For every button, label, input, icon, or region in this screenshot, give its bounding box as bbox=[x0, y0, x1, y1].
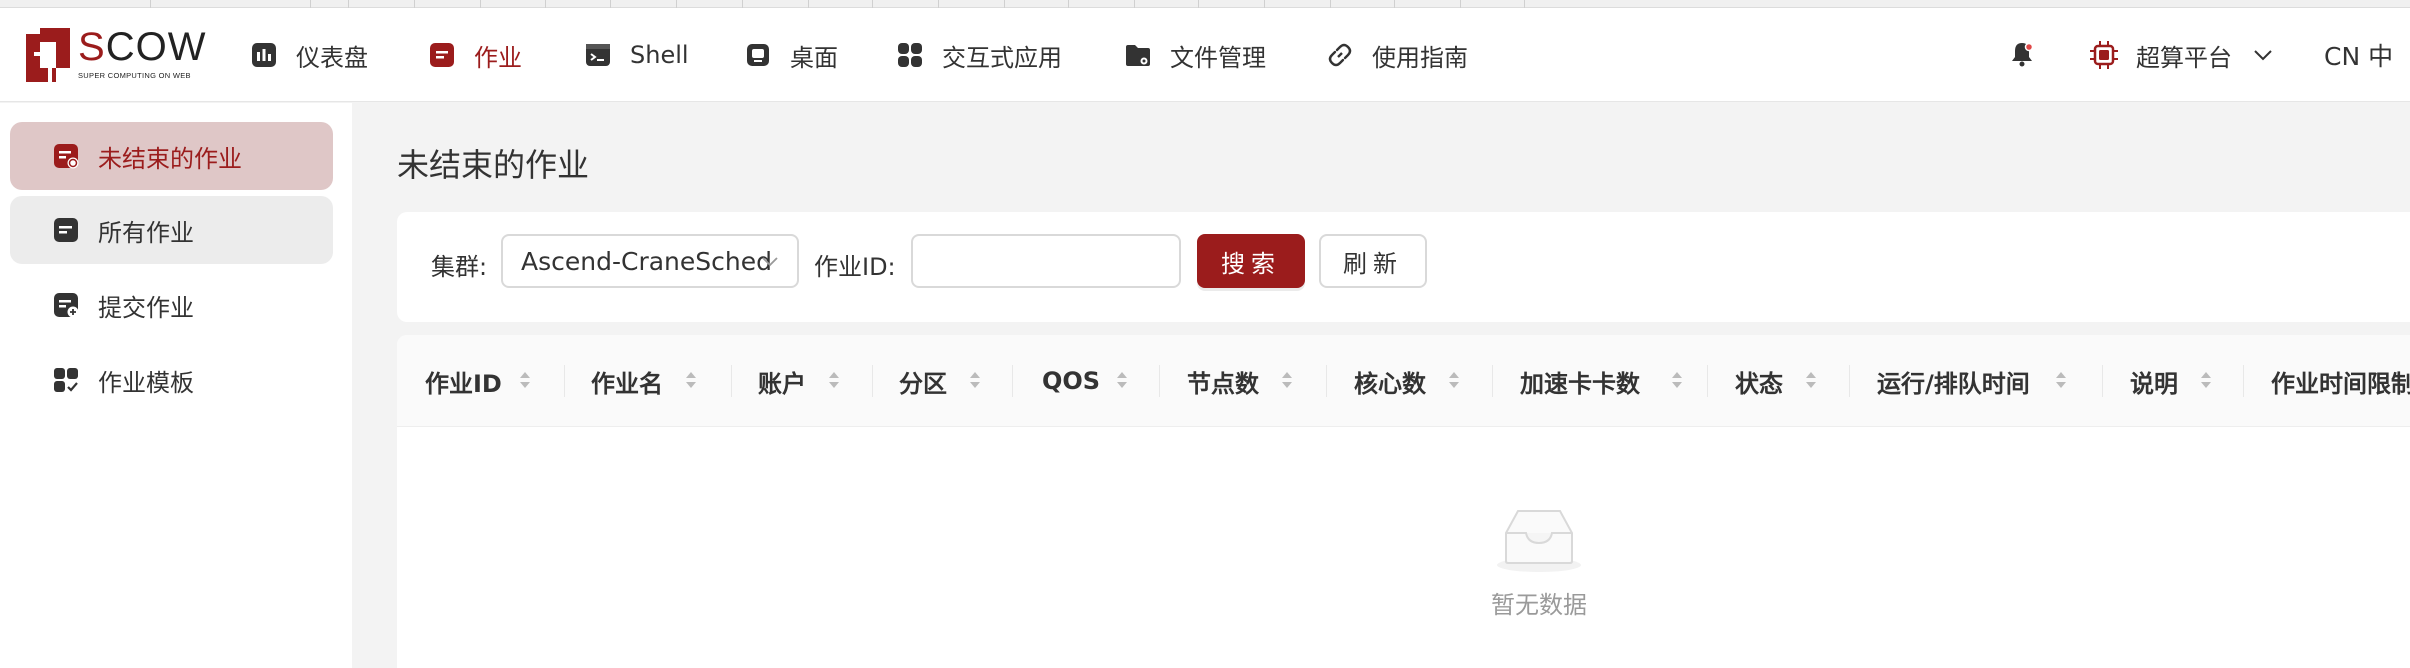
sidebar-item-all-jobs[interactable]: 所有作业 bbox=[10, 196, 333, 264]
column-header-reason[interactable]: 说明 bbox=[2130, 335, 2211, 427]
chevron-down-icon bbox=[2254, 50, 2272, 61]
sort-icon bbox=[1117, 372, 1127, 388]
cluster-select[interactable]: Ascend-CraneSched bbox=[501, 234, 799, 288]
column-header-job-id[interactable]: 作业ID bbox=[425, 335, 530, 427]
sort-icon bbox=[2201, 372, 2211, 388]
sort-icon bbox=[1449, 372, 1459, 388]
sidebar-item-running-jobs[interactable]: 未结束的作业 bbox=[10, 122, 333, 190]
running-job-icon bbox=[54, 144, 79, 169]
sort-icon bbox=[970, 372, 980, 388]
all-jobs-icon bbox=[54, 218, 78, 242]
nav-item-interactive-apps[interactable]: 交互式应用 bbox=[896, 8, 1062, 102]
nav-item-file-manager[interactable]: 文件管理 bbox=[1124, 8, 1266, 102]
nav-item-shell[interactable]: Shell bbox=[584, 8, 689, 102]
nav-label: 文件管理 bbox=[1170, 43, 1266, 72]
cpu-chip-icon bbox=[2090, 41, 2118, 69]
nav-item-jobs[interactable]: 作业 bbox=[428, 8, 522, 102]
job-icon bbox=[430, 43, 454, 67]
terminal-icon bbox=[586, 44, 610, 66]
sidebar-item-job-templates[interactable]: 作业模板 bbox=[10, 346, 333, 414]
column-header-account[interactable]: 账户 bbox=[758, 335, 839, 427]
column-header-partition[interactable]: 分区 bbox=[899, 335, 980, 427]
nav-label: Shell bbox=[630, 41, 689, 69]
empty-state-text: 暂无数据 bbox=[1491, 591, 1587, 619]
chevron-down-icon bbox=[762, 257, 778, 267]
scow-logo[interactable]: SCOW SUPER COMPUTING ON WEB bbox=[26, 25, 205, 85]
language-switch[interactable]: CN 中 bbox=[2324, 8, 2393, 102]
logo-wordmark: SCOW bbox=[78, 25, 207, 69]
notification-bell-icon[interactable] bbox=[2006, 38, 2038, 70]
page-title: 未结束的作业 bbox=[397, 146, 590, 184]
column-header-core-count[interactable]: 核心数 bbox=[1354, 335, 1459, 427]
sort-icon bbox=[829, 372, 839, 388]
scow-logo-mark-icon bbox=[26, 28, 70, 82]
sidebar-item-submit-job[interactable]: 提交作业 bbox=[10, 271, 333, 339]
job-id-input[interactable] bbox=[911, 234, 1181, 288]
column-header-qos[interactable]: QOS bbox=[1042, 335, 1127, 427]
nav-item-dashboard[interactable]: 仪表盘 bbox=[250, 8, 368, 102]
folder-icon bbox=[1126, 45, 1150, 66]
cluster-label: 集群: bbox=[431, 253, 488, 281]
nav-item-desktop[interactable]: 桌面 bbox=[744, 8, 838, 102]
column-header-node-count[interactable]: 节点数 bbox=[1187, 335, 1292, 427]
top-header: SCOW SUPER COMPUTING ON WEB 仪表盘 作业 Shell… bbox=[0, 8, 2410, 102]
sort-icon bbox=[1282, 372, 1292, 388]
job-id-label: 作业ID: bbox=[814, 253, 896, 281]
sort-icon bbox=[686, 372, 696, 388]
sidebar: 未结束的作业 所有作业 提交作业 作业模板 bbox=[0, 103, 352, 668]
jobs-table: 作业ID 作业名 账户 分区 QOS 节点数 核心数 加速卡卡数 状态 运行/排… bbox=[397, 335, 2410, 668]
column-header-job-name[interactable]: 作业名 bbox=[591, 335, 696, 427]
refresh-button[interactable]: 刷新 bbox=[1319, 234, 1427, 288]
nav-label: 使用指南 bbox=[1372, 43, 1468, 72]
column-header-gpu-count[interactable]: 加速卡卡数 bbox=[1520, 335, 1682, 427]
nav-label: 交互式应用 bbox=[942, 43, 1062, 72]
filter-bar: 集群: Ascend-CraneSched 作业ID: 搜索 刷新 bbox=[397, 212, 2410, 322]
nav-label: 作业 bbox=[474, 43, 522, 72]
column-header-time-limit[interactable]: 作业时间限制 bbox=[2271, 335, 2410, 427]
apps-grid-icon bbox=[898, 43, 922, 67]
sort-icon bbox=[1806, 372, 1816, 388]
empty-inbox-icon bbox=[1497, 510, 1581, 572]
platform-selector[interactable]: 超算平台 bbox=[2088, 8, 2274, 102]
table-header: 作业ID 作业名 账户 分区 QOS 节点数 核心数 加速卡卡数 状态 运行/排… bbox=[397, 335, 2410, 427]
nav-label: 桌面 bbox=[790, 43, 838, 72]
dashboard-icon bbox=[252, 43, 276, 67]
sidebar-item-label: 未结束的作业 bbox=[98, 144, 242, 173]
cluster-select-value: Ascend-CraneSched bbox=[521, 246, 772, 276]
logo-tagline: SUPER COMPUTING ON WEB bbox=[78, 71, 191, 80]
sidebar-item-label: 所有作业 bbox=[98, 218, 194, 247]
search-button[interactable]: 搜索 bbox=[1197, 234, 1305, 288]
job-template-icon bbox=[54, 368, 78, 392]
sort-icon bbox=[1672, 372, 1682, 388]
column-header-run-queue-time[interactable]: 运行/排队时间 bbox=[1877, 335, 2066, 427]
sidebar-item-label: 提交作业 bbox=[98, 293, 194, 322]
desktop-icon bbox=[747, 44, 769, 66]
sort-icon bbox=[2056, 372, 2066, 388]
platform-label: 超算平台 bbox=[2136, 43, 2232, 72]
sidebar-item-label: 作业模板 bbox=[98, 368, 194, 397]
link-icon bbox=[1328, 43, 1352, 67]
sort-icon bbox=[520, 372, 530, 388]
empty-state: 暂无数据 bbox=[1439, 503, 1639, 620]
nav-label: 仪表盘 bbox=[296, 43, 368, 72]
submit-job-icon bbox=[54, 293, 79, 318]
nav-item-user-guide[interactable]: 使用指南 bbox=[1326, 8, 1468, 102]
browser-tab-strip bbox=[0, 0, 2410, 8]
column-header-status[interactable]: 状态 bbox=[1735, 335, 1816, 427]
